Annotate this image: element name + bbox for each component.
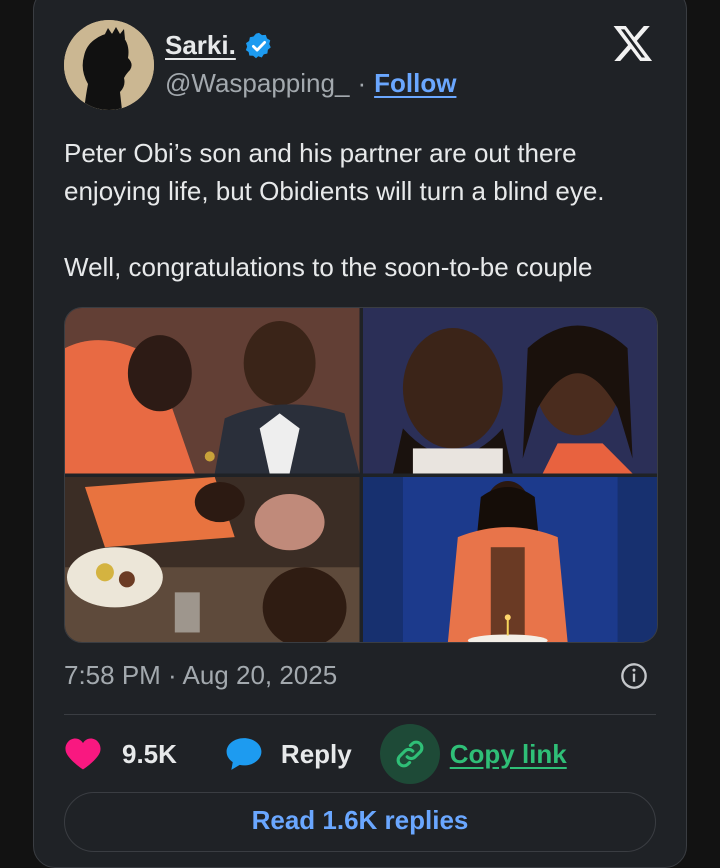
tweet-paragraph: Well, congratulations to the soon-to-be … bbox=[64, 252, 593, 282]
tweet-timestamp[interactable]: 7:58 PM · Aug 20, 2025 bbox=[64, 660, 337, 691]
like-count[interactable]: 9.5K bbox=[122, 739, 177, 770]
reply-bubble-icon[interactable] bbox=[225, 736, 263, 772]
separator-dot: · bbox=[357, 68, 367, 98]
tweet-paragraph: Peter Obi’s son and his partner are out … bbox=[64, 138, 605, 206]
action-bar: 9.5K Reply Copy link bbox=[64, 722, 567, 786]
read-replies-button[interactable]: Read 1.6K replies bbox=[64, 792, 656, 852]
avatar-silhouette bbox=[64, 20, 154, 110]
photo-3[interactable] bbox=[65, 476, 360, 642]
copy-link-icon-button[interactable] bbox=[379, 724, 440, 784]
copy-link-button[interactable]: Copy link bbox=[450, 739, 567, 770]
author-handle[interactable]: @Waspapping_ bbox=[165, 68, 349, 99]
heart-icon[interactable] bbox=[64, 737, 102, 771]
author-handle-row: @Waspapping_ · Follow bbox=[165, 68, 456, 99]
photo-2[interactable] bbox=[362, 308, 657, 474]
tweet-text: Peter Obi’s son and his partner are out … bbox=[64, 134, 664, 286]
verified-badge-icon bbox=[245, 32, 271, 58]
avatar[interactable] bbox=[64, 20, 154, 110]
media-grid bbox=[64, 307, 658, 643]
author-name-row: Sarki. bbox=[165, 30, 274, 61]
info-icon[interactable] bbox=[620, 662, 648, 690]
x-logo-icon[interactable] bbox=[612, 22, 654, 64]
read-replies-label: Read 1.6K replies bbox=[251, 805, 469, 835]
photo-1[interactable] bbox=[65, 308, 360, 474]
photo-4[interactable] bbox=[362, 476, 657, 642]
author-display-name[interactable]: Sarki. bbox=[165, 30, 236, 61]
reply-button[interactable]: Reply bbox=[281, 739, 352, 770]
link-icon bbox=[396, 740, 424, 768]
divider bbox=[64, 714, 656, 715]
follow-button[interactable]: Follow bbox=[374, 68, 456, 99]
